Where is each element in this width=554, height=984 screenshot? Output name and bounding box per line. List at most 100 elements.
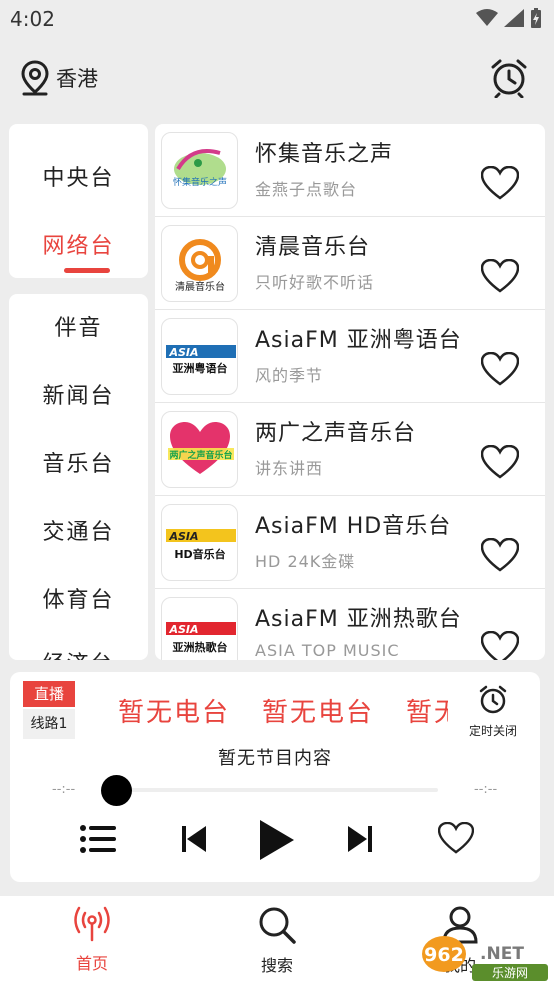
- station-row[interactable]: ASIA 亚洲热歌台 AsiaFM 亚洲热歌台 ASIA TOP MUSIC: [155, 589, 545, 660]
- station-row[interactable]: ASIA HD音乐台 AsiaFM HD音乐台 HD 24K金碟: [155, 496, 545, 589]
- station-desc: 金燕子点歌台: [255, 180, 358, 199]
- nav-home[interactable]: 首页: [52, 906, 132, 974]
- favorite-button[interactable]: [480, 630, 520, 660]
- station-desc: HD 24K金碟: [255, 552, 356, 571]
- station-name: AsiaFM 亚洲热歌台: [255, 607, 462, 632]
- station-desc: 只听好歌不听话: [255, 273, 375, 292]
- logo-text: 清晨音乐台: [175, 280, 225, 293]
- logo-text: 两广之声音乐台: [169, 449, 232, 461]
- station-name: 两广之声音乐台: [255, 421, 417, 446]
- station-logo: ASIA HD音乐台: [161, 504, 238, 581]
- station-logo: 清晨音乐台: [161, 225, 238, 302]
- station-row[interactable]: ASIA 亚洲粤语台 AsiaFM 亚洲粤语台 风的季节: [155, 310, 545, 403]
- now-playing-marquee: 暂无电台 暂无电台 暂无电台: [118, 692, 448, 732]
- skip-previous-icon: [182, 826, 206, 852]
- category-secondary-card: 伴音 新闻台 音乐台 交通台 体育台 经济台: [9, 294, 148, 660]
- time-total: --:--: [474, 782, 498, 797]
- alarm-clock-icon: [479, 685, 507, 714]
- logo-brand: ASIA: [168, 530, 198, 543]
- logo-sub: HD音乐台: [174, 547, 225, 561]
- logo-sub: 亚洲粤语台: [173, 361, 228, 375]
- category-selected-indicator: [64, 268, 110, 273]
- playlist-button[interactable]: [80, 824, 116, 858]
- radio-broadcast-icon: [74, 906, 110, 942]
- now-playing-text: 暂无电台: [118, 698, 231, 728]
- previous-button[interactable]: [182, 826, 206, 856]
- favorite-button[interactable]: [480, 444, 520, 483]
- status-icons: [476, 8, 542, 28]
- station-name: 怀集音乐之声: [255, 142, 394, 167]
- status-bar: 4:02: [0, 0, 554, 38]
- logo-brand: ASIA: [168, 346, 198, 359]
- nav-search[interactable]: 搜索: [237, 906, 317, 976]
- watermark-sub: 乐游网: [492, 966, 528, 980]
- logo-sub: 亚洲热歌台: [173, 640, 228, 654]
- now-playing-text: 暂无电台: [406, 698, 448, 728]
- favorite-current-button[interactable]: [437, 821, 475, 858]
- logo-brand: ASIA: [168, 623, 198, 636]
- line-selector[interactable]: 线路1: [23, 709, 75, 739]
- category-tab-network[interactable]: 网络台: [9, 228, 148, 260]
- favorite-button[interactable]: [480, 537, 520, 576]
- header: 香港: [0, 38, 554, 122]
- sleep-timer-label: 定时关闭: [468, 724, 517, 738]
- heart-icon: [480, 630, 520, 660]
- heart-icon: [480, 165, 520, 200]
- status-time: 4:02: [10, 7, 55, 31]
- category-item-economy[interactable]: 经济台: [9, 646, 148, 660]
- search-icon: [259, 907, 296, 944]
- category-item-audio[interactable]: 伴音: [9, 310, 148, 342]
- station-name: AsiaFM HD音乐台: [255, 514, 452, 539]
- heart-icon: [437, 821, 475, 854]
- alarm-button[interactable]: [490, 58, 528, 102]
- alarm-clock-icon: [491, 59, 527, 99]
- station-desc: 讲东讲西: [255, 459, 324, 478]
- category-item-sports[interactable]: 体育台: [9, 582, 148, 614]
- station-name: AsiaFM 亚洲粤语台: [255, 328, 462, 353]
- logo-text: 怀集音乐之声: [173, 176, 227, 188]
- skip-next-icon: [348, 826, 372, 852]
- location-selector[interactable]: 香港: [20, 60, 98, 96]
- station-row[interactable]: 清晨音乐台 清晨音乐台 只听好歌不听话: [155, 217, 545, 310]
- battery-icon: [531, 8, 541, 28]
- play-icon: [260, 820, 294, 860]
- favorite-button[interactable]: [480, 165, 520, 204]
- station-desc: 风的季节: [255, 366, 324, 385]
- now-playing-text: 暂无电台: [262, 698, 375, 728]
- heart-icon: [480, 444, 520, 479]
- next-button[interactable]: [348, 826, 372, 856]
- station-row[interactable]: 两广之声音乐台 两广之声音乐台 讲东讲西: [155, 403, 545, 496]
- progress-bar[interactable]: [114, 788, 438, 792]
- station-logo: 怀集音乐之声: [161, 132, 238, 209]
- watermark: 962 .NET 乐游网: [418, 932, 550, 982]
- category-item-traffic[interactable]: 交通台: [9, 514, 148, 546]
- station-row[interactable]: 怀集音乐之声 怀集音乐之声 金燕子点歌台: [155, 124, 545, 217]
- nav-home-label: 首页: [75, 954, 108, 973]
- favorite-button[interactable]: [480, 351, 520, 390]
- favorite-button[interactable]: [480, 258, 520, 297]
- station-list: 怀集音乐之声 怀集音乐之声 金燕子点歌台 清晨音乐台 清晨音乐台 只听好歌不听话: [155, 124, 545, 660]
- station-logo: ASIA 亚洲粤语台: [161, 318, 238, 395]
- progress-knob[interactable]: [101, 775, 132, 806]
- location-pin-icon: [21, 60, 49, 96]
- wifi-icon: [476, 9, 498, 26]
- player-card: 直播 线路1 暂无电台 暂无电台 暂无电台 定时关闭 暂无节目内容 --:-- --…: [10, 672, 540, 882]
- location-text: 香港: [56, 67, 98, 91]
- station-logo: 两广之声音乐台: [161, 411, 238, 488]
- signal-icon: [504, 9, 524, 27]
- category-primary-card: 中央台 网络台: [9, 124, 148, 278]
- nav-search-label: 搜索: [260, 956, 293, 975]
- station-logo: ASIA 亚洲热歌台: [161, 597, 238, 660]
- watermark-brand-num: 962: [424, 944, 464, 966]
- heart-icon: [480, 351, 520, 386]
- time-elapsed: --:--: [52, 782, 76, 797]
- category-item-news[interactable]: 新闻台: [9, 378, 148, 410]
- category-item-music[interactable]: 音乐台: [9, 446, 148, 478]
- sleep-timer-button[interactable]: 定时关闭: [465, 684, 521, 739]
- heart-icon: [480, 537, 520, 572]
- live-badge: 直播: [23, 681, 75, 707]
- category-tab-central[interactable]: 中央台: [9, 160, 148, 192]
- station-name: 清晨音乐台: [255, 235, 371, 260]
- play-button[interactable]: [260, 820, 294, 864]
- station-desc: ASIA TOP MUSIC: [255, 641, 400, 660]
